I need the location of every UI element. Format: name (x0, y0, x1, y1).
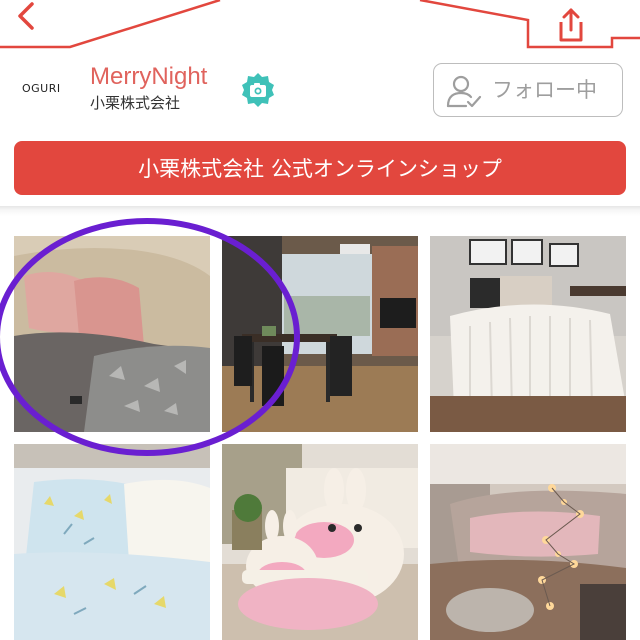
photo-tile-blanket-sofa[interactable] (14, 236, 210, 432)
official-shop-button[interactable]: 小栗株式会社 公式オンラインショップ (14, 141, 626, 195)
brand-logo: OGURI (22, 82, 61, 95)
photo-floral-pillows (14, 444, 210, 640)
company-name: 小栗株式会社 (90, 94, 181, 112)
share-icon (559, 8, 583, 42)
camera-badge-icon (242, 73, 274, 107)
official-shop-label: 小栗株式会社 公式オンラインショップ (138, 157, 502, 181)
top-bar (0, 0, 640, 58)
photo-string-lights-bed (430, 444, 626, 640)
photo-tile-floral-pillows[interactable] (14, 444, 210, 640)
shop-name[interactable]: MerryNight (90, 60, 207, 94)
photo-tile-string-lights-bed[interactable] (430, 444, 626, 640)
photo-tile-dining-room[interactable] (222, 236, 418, 432)
photo-dining-room (222, 236, 418, 432)
follow-button-label: フォロー中 (492, 78, 597, 102)
top-bar-outline (0, 0, 640, 49)
follow-button[interactable]: フォロー中 (433, 63, 623, 117)
back-button[interactable] (2, 0, 50, 40)
chevron-left-icon (18, 2, 34, 30)
user-check-icon (446, 75, 482, 108)
section-divider (0, 206, 640, 216)
page: OGURI MerryNight 小栗株式会社 フォロー中 小栗株式会社 公式オ… (0, 0, 640, 640)
verified-badge (240, 72, 276, 108)
photo-bunny-plush (222, 444, 418, 640)
share-button[interactable] (546, 2, 596, 48)
photo-tile-white-bedroom[interactable] (430, 236, 626, 432)
photo-white-bedroom (430, 236, 626, 432)
photo-blanket-sofa (14, 236, 210, 432)
photo-tile-bunny-plush[interactable] (222, 444, 418, 640)
